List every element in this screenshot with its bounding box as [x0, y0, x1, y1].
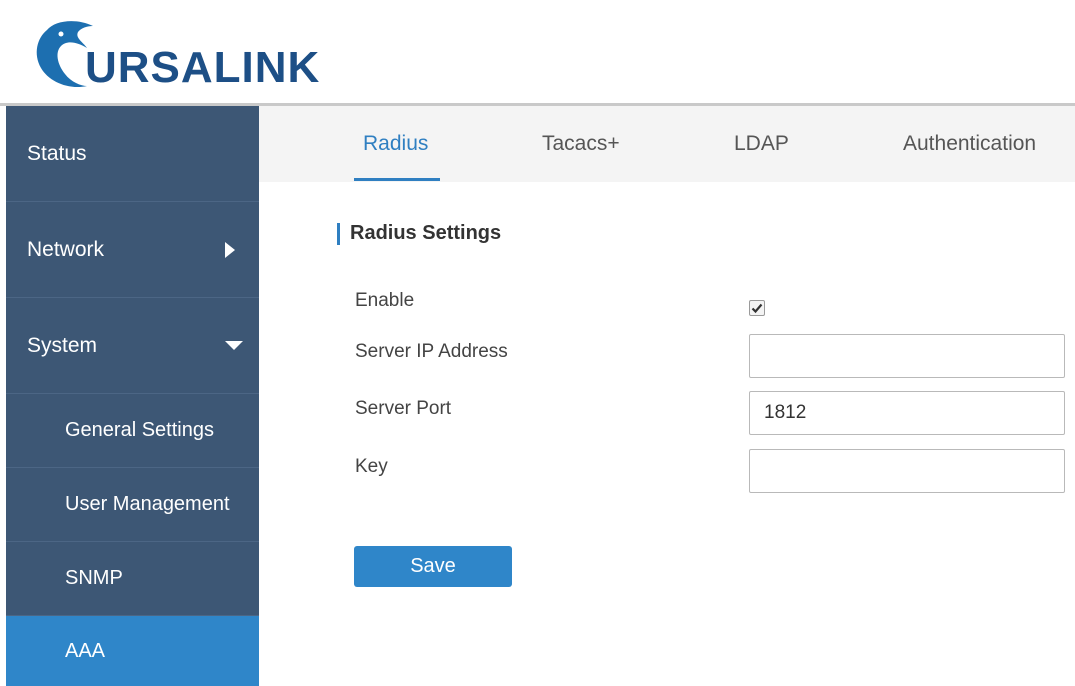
brand-name: URSALINK	[85, 43, 321, 92]
sidebar-item-label: General Settings	[65, 419, 214, 441]
save-button[interactable]: Save	[354, 546, 512, 587]
tab-authentication[interactable]: Authentication	[903, 132, 1036, 156]
sidebar-item-general-settings[interactable]: General Settings	[6, 394, 259, 468]
key-label: Key	[355, 456, 388, 477]
section-title: Radius Settings	[350, 222, 502, 244]
section-accent-bar	[337, 223, 340, 245]
sidebar-item-label: User Management	[65, 493, 230, 515]
chevron-right-icon	[225, 241, 235, 258]
server-port-label: Server Port	[355, 398, 452, 419]
sidebar-item-user-management[interactable]: User Management	[6, 468, 259, 542]
tab-bar: Radius Tacacs+ LDAP Authentication	[259, 106, 1075, 182]
sidebar-item-label: System	[27, 333, 98, 357]
sidebar-item-system[interactable]: System	[6, 298, 259, 394]
sidebar-item-status[interactable]: Status	[6, 106, 259, 202]
chevron-down-icon	[225, 341, 243, 350]
sidebar-item-snmp[interactable]: SNMP	[6, 542, 259, 616]
enable-checkbox[interactable]	[749, 300, 765, 316]
sidebar-item-network[interactable]: Network	[6, 202, 259, 298]
tab-radius[interactable]: Radius	[363, 132, 428, 156]
sidebar-item-label: Network	[27, 237, 105, 261]
server-port-input[interactable]	[749, 391, 1065, 435]
active-tab-indicator	[354, 178, 440, 181]
server-ip-input[interactable]	[749, 334, 1065, 378]
sidebar-item-label: Status	[27, 141, 87, 165]
tab-ldap[interactable]: LDAP	[734, 132, 789, 156]
tab-tacacs[interactable]: Tacacs+	[542, 132, 620, 156]
key-input[interactable]	[749, 449, 1065, 493]
enable-label: Enable	[355, 290, 415, 311]
sidebar-item-aaa[interactable]: AAA	[6, 616, 259, 686]
logo: URSALINK	[25, 12, 325, 92]
checkmark-icon	[751, 303, 763, 314]
server-ip-label: Server IP Address	[355, 341, 508, 362]
header: URSALINK	[0, 0, 1075, 103]
sidebar: Status Network System General Settings U…	[6, 106, 259, 686]
sidebar-item-label: AAA	[65, 639, 106, 662]
sidebar-item-label: SNMP	[65, 567, 123, 589]
